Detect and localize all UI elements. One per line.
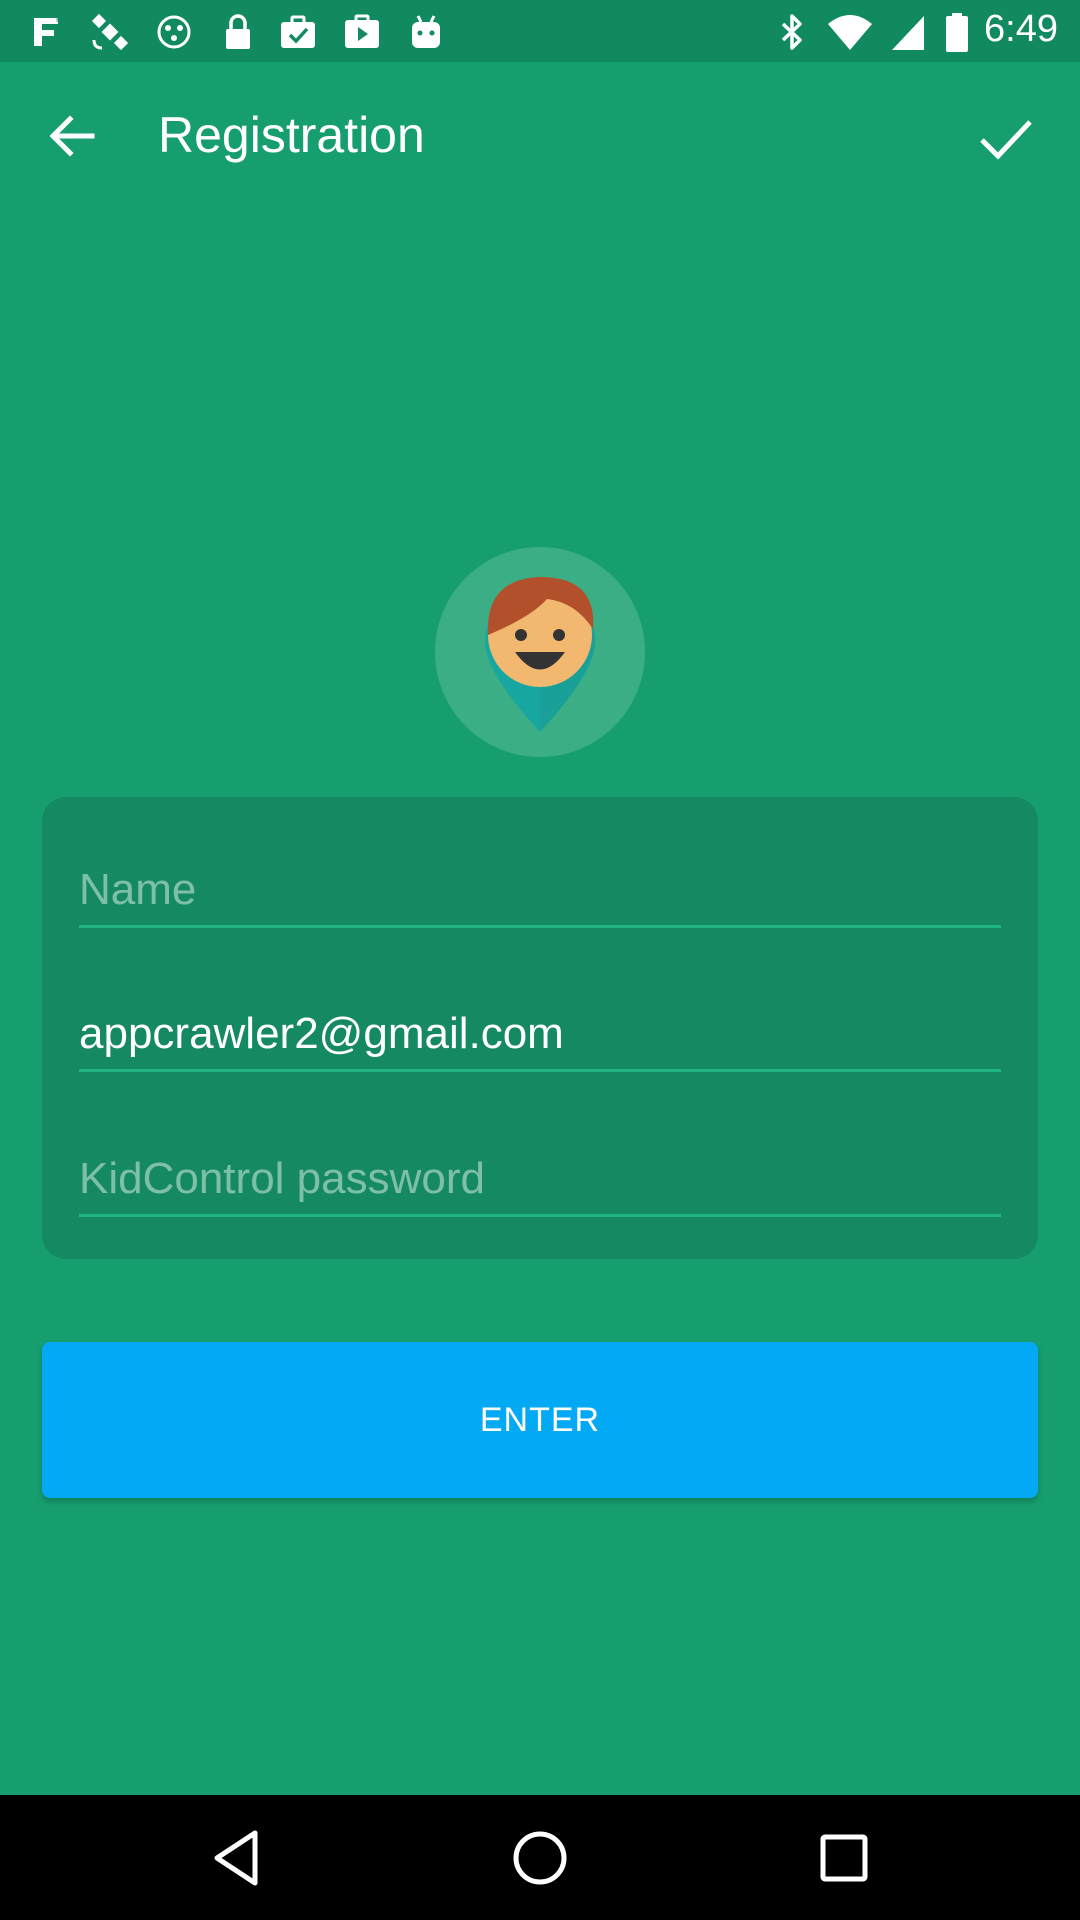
- password-field[interactable]: KidControl password: [79, 1142, 1001, 1217]
- no-sim-icon: [157, 15, 191, 49]
- briefcase-check-icon: [281, 15, 315, 48]
- enter-button[interactable]: ENTER: [42, 1342, 1038, 1498]
- check-icon[interactable]: [970, 102, 1040, 172]
- navigation-bar: [0, 1795, 1080, 1920]
- recents-square-icon[interactable]: [811, 1825, 877, 1891]
- registration-form: Name appcrawler2@gmail.com KidControl pa…: [42, 797, 1038, 1259]
- lock-icon: [226, 14, 250, 49]
- status-clock: 6:49: [984, 8, 1058, 50]
- fake-gps-icon: FAKE: [34, 16, 66, 46]
- signal-icon: [892, 16, 924, 50]
- status-bar: FAKE 6:49: [0, 0, 1080, 62]
- wifi-icon: [828, 15, 872, 50]
- svg-text:FAKE: FAKE: [56, 16, 66, 24]
- password-placeholder: KidControl password: [79, 1154, 485, 1203]
- page-title: Registration: [158, 107, 425, 163]
- back-triangle-icon[interactable]: [205, 1825, 271, 1891]
- email-value: appcrawler2@gmail.com: [79, 1009, 564, 1058]
- child-location-pin-icon: [485, 577, 595, 732]
- email-field[interactable]: appcrawler2@gmail.com: [79, 997, 1001, 1072]
- home-circle-icon[interactable]: [507, 1825, 573, 1891]
- bluetooth-icon: [781, 14, 802, 50]
- arrow-back-icon[interactable]: [38, 106, 108, 166]
- battery-icon: [946, 13, 968, 52]
- name-placeholder: Name: [79, 865, 197, 914]
- android-icon: [412, 15, 440, 48]
- satellite-icon: [91, 13, 129, 51]
- avatar[interactable]: [435, 547, 645, 757]
- play-store-icon: [345, 14, 379, 48]
- app-bar: Registration: [0, 62, 1080, 210]
- name-field[interactable]: Name: [79, 853, 1001, 928]
